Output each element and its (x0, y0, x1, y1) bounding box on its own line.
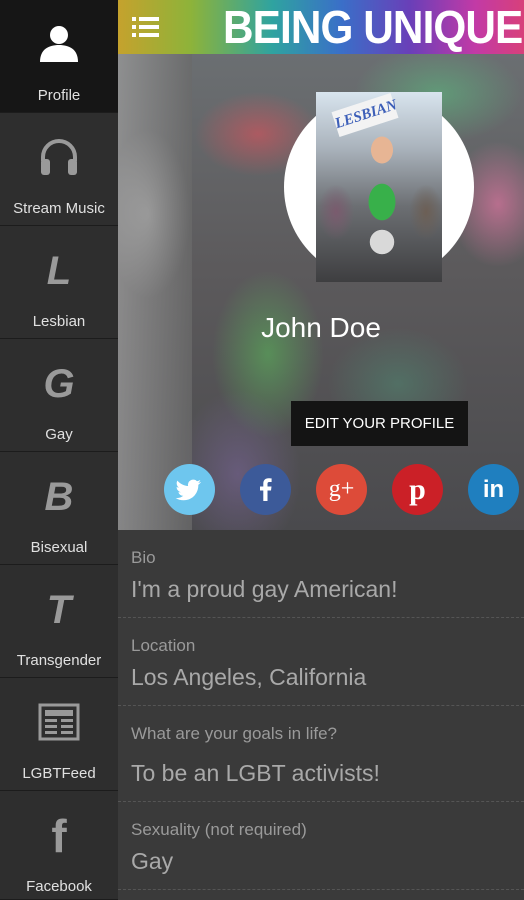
sidebar-item-profile[interactable]: Profile (0, 0, 118, 113)
field-label: Bio (131, 548, 156, 567)
avatar[interactable]: LESBIAN (284, 92, 474, 282)
sidebar-item-label: Facebook (26, 878, 92, 895)
sidebar-item-label: Gay (45, 426, 73, 443)
field-sexuality[interactable]: Sexuality (not required) Gay (118, 802, 524, 890)
profile-hero: LESBIAN John Doe EDIT YOUR PROFILE g+ p … (118, 54, 524, 530)
sidebar-item-lesbian[interactable]: L Lesbian (0, 226, 118, 339)
sidebar-item-stream-music[interactable]: Stream Music (0, 113, 118, 226)
sidebar-item-label: Lesbian (32, 313, 86, 330)
sidebar-item-label: Stream Music (13, 200, 105, 217)
sidebar-item-label: Bisexual (30, 539, 88, 556)
field-value: Gay (131, 848, 174, 874)
facebook-icon: f (51, 810, 67, 862)
linkedin-icon[interactable]: in (468, 464, 519, 515)
edit-profile-button[interactable]: EDIT YOUR PROFILE (291, 401, 468, 446)
profile-fields: Bio I'm a proud gay American! Location L… (118, 530, 524, 890)
field-value: To be an LGBT activists! (131, 760, 380, 786)
avatar-photo: LESBIAN (316, 92, 442, 282)
field-goals[interactable]: What are your goals in life? To be an LG… (118, 706, 524, 802)
google-plus-icon[interactable]: g+ (316, 464, 367, 515)
sidebar-item-label: Transgender (16, 652, 102, 669)
sidebar-item-facebook[interactable]: f Facebook (0, 791, 118, 900)
twitter-button[interactable] (164, 464, 215, 515)
profile-name: John Doe (261, 312, 381, 343)
hero-background-blur (118, 54, 192, 530)
letter-t-icon: T (46, 588, 72, 632)
letter-b-icon: B (44, 475, 74, 519)
sidebar-item-lgbtfeed[interactable]: LGBTFeed (0, 678, 118, 791)
app-brand-title: BEING UNIQUE (222, 1, 523, 53)
menu-list-icon[interactable] (130, 12, 162, 42)
facebook-icon (260, 478, 272, 501)
sidebar-item-bisexual[interactable]: B Bisexual (0, 452, 118, 565)
sidebar: Profile Stream Music L Lesbian G Gay B B… (0, 0, 118, 900)
twitter-icon (175, 479, 201, 501)
field-label: Sexuality (not required) (131, 820, 307, 839)
letter-g-icon: G (43, 362, 75, 406)
person-icon (0, 20, 118, 70)
sidebar-item-gay[interactable]: G Gay (0, 339, 118, 452)
letter-l-icon: L (46, 249, 72, 293)
newspaper-icon (0, 698, 118, 748)
avatar-sign: LESBIAN (331, 93, 399, 137)
header-bar: BEING UNIQUE (118, 0, 524, 54)
facebook-share-button[interactable] (240, 464, 291, 515)
main-panel: BEING UNIQUE LESBIAN John Doe EDIT YOUR … (118, 0, 524, 900)
field-value: Los Angeles, California (131, 664, 367, 690)
sidebar-item-transgender[interactable]: T Transgender (0, 565, 118, 678)
sidebar-item-label: Profile (37, 87, 81, 104)
field-label: What are your goals in life? (131, 724, 337, 743)
pinterest-icon[interactable]: p (392, 464, 443, 515)
headphones-icon (0, 133, 118, 183)
field-bio[interactable]: Bio I'm a proud gay American! (118, 530, 524, 618)
field-value: I'm a proud gay American! (131, 576, 398, 602)
field-location[interactable]: Location Los Angeles, California (118, 618, 524, 706)
field-label: Location (131, 636, 196, 655)
sidebar-item-label: LGBTFeed (22, 765, 96, 782)
